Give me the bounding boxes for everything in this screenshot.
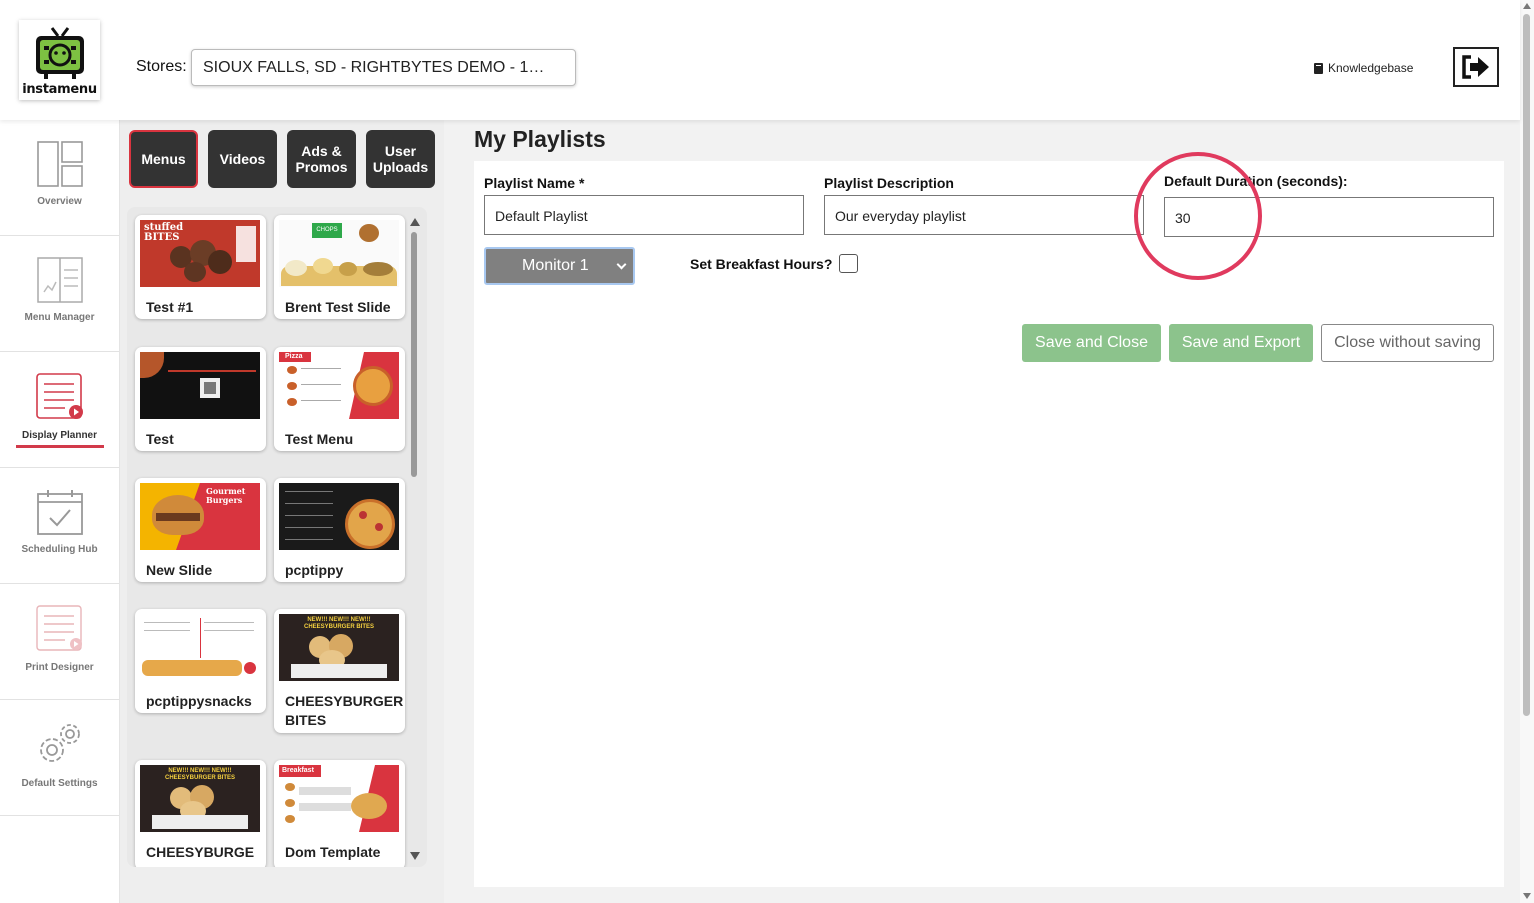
page-title: My Playlists — [474, 126, 606, 152]
media-tile[interactable]: pcptippysnacks — [135, 609, 266, 713]
nav-item-overview[interactable]: Overview — [0, 120, 119, 236]
thumb-text: stuffed BITES — [144, 222, 184, 243]
tile-thumbnail — [279, 483, 399, 550]
stores-label: Stores: — [136, 58, 187, 75]
breakfast-hours-label: Set Breakfast Hours? — [690, 256, 833, 272]
default-duration-label: Default Duration (seconds): — [1164, 173, 1348, 189]
thumb-text: Breakfast — [279, 765, 321, 777]
close-without-saving-button[interactable]: Close without saving — [1321, 324, 1494, 362]
tile-label: CHEESYBURGER BITES — [285, 693, 404, 728]
tile-label: Test Menu — [285, 431, 354, 447]
media-tile[interactable]: Breakfast Dom Template — [274, 760, 405, 867]
logo-text: instamenu — [22, 82, 97, 97]
nav-label: Menu Manager — [24, 312, 95, 323]
knowledgebase-link[interactable]: Knowledgebase — [1314, 61, 1413, 75]
knowledgebase-label: Knowledgebase — [1328, 61, 1414, 75]
tile-thumbnail — [140, 352, 260, 419]
thumb-text: NEW!!! NEW!!! NEW!!! CHEESYBURGER BITES — [164, 768, 235, 781]
media-tabs: Menus Videos Ads & Promos User Uploads — [129, 130, 435, 188]
nav-item-display-planner[interactable]: Display Planner — [0, 352, 119, 468]
main-content: My Playlists Playlist Name * Default Pla… — [444, 120, 1520, 903]
save-and-export-button[interactable]: Save and Export — [1169, 324, 1313, 362]
media-tile[interactable]: Test — [135, 347, 266, 451]
nav-label: Default Settings — [21, 778, 98, 789]
tab-videos[interactable]: Videos — [208, 130, 277, 188]
tile-thumbnail: stuffed BITES — [140, 220, 260, 287]
tab-ads-promos[interactable]: Ads & Promos — [287, 130, 356, 188]
print-designer-icon — [35, 605, 82, 651]
tile-thumbnail: NEW!!! NEW!!! NEW!!! CHEESYBURGER BITES — [140, 765, 260, 832]
playlist-description-label: Playlist Description — [824, 175, 954, 191]
nav-label: Overview — [37, 196, 82, 207]
thumb-text: NEW!!! NEW!!! NEW!!! CHEESYBURGER BITES — [303, 617, 374, 630]
tile-label: Brent Test Slide — [285, 299, 391, 315]
nav-label: Print Designer — [25, 662, 94, 673]
nav-label: Display Planner — [21, 430, 98, 441]
media-tile[interactable]: Gourmet Burgers New Slide — [135, 478, 266, 582]
calendar-check-icon — [36, 490, 83, 535]
stores-select[interactable]: SIOUX FALLS, SD - RIGHTBYTES DEMO - 1… — [191, 49, 576, 86]
side-nav: Overview Menu Manager Display Planner Sc… — [0, 120, 120, 903]
default-duration-input[interactable]: 30 — [1164, 197, 1494, 237]
media-tile[interactable]: pcptippy — [274, 478, 405, 582]
media-library-panel: Menus Videos Ads & Promos User Uploads s… — [120, 120, 444, 903]
tile-thumbnail: CHOPS — [279, 220, 399, 287]
playlist-description-input[interactable]: Our everyday playlist — [824, 195, 1144, 235]
tile-thumbnail: Gourmet Burgers — [140, 483, 260, 550]
thumb-text: CHOPS — [312, 223, 342, 238]
tile-thumbnail: Breakfast — [279, 765, 399, 832]
nav-item-scheduling-hub[interactable]: Scheduling Hub — [0, 468, 119, 584]
media-tile[interactable]: NEW!!! NEW!!! NEW!!! CHEESYBURGER BITES … — [135, 760, 266, 867]
thumb-text: Gourmet Burgers — [206, 486, 246, 505]
logout-icon — [1462, 55, 1489, 79]
logout-button[interactable] — [1453, 47, 1499, 87]
save-and-close-button[interactable]: Save and Close — [1022, 324, 1161, 362]
gears-icon — [39, 724, 80, 762]
monitor-select[interactable]: Monitor 1 — [484, 247, 635, 285]
page-scroll-up[interactable] — [1523, 3, 1531, 9]
breakfast-hours-checkbox[interactable] — [839, 254, 858, 273]
tiles-scroll-up[interactable] — [410, 218, 420, 226]
page-scroll-down[interactable] — [1523, 893, 1531, 899]
active-underline — [16, 445, 104, 448]
nav-label: Scheduling Hub — [21, 544, 98, 555]
tile-thumbnail — [140, 614, 260, 681]
page-scrollbar-thumb[interactable] — [1523, 14, 1530, 716]
top-header: instamenu Stores: SIOUX FALLS, SD - RIGH… — [0, 0, 1520, 120]
tile-label: Test #1 — [146, 299, 194, 315]
tab-user-uploads[interactable]: User Uploads — [366, 130, 435, 188]
nav-item-menu-manager[interactable]: Menu Manager — [0, 236, 119, 352]
menu-manager-icon — [36, 257, 83, 303]
tiles-scroll-down[interactable] — [410, 852, 420, 860]
playlist-name-label: Playlist Name * — [484, 175, 585, 191]
tile-thumbnail: NEW!!! NEW!!! NEW!!! CHEESYBURGER BITES — [279, 614, 399, 681]
nav-item-default-settings[interactable]: Default Settings — [0, 700, 119, 816]
media-tiles-grid: stuffed BITES Test #1 CHOPS Brent Test S… — [127, 207, 427, 867]
tile-label: CHEESYBURGE — [146, 844, 255, 860]
tile-label: pcptippysnacks — [146, 693, 252, 709]
media-tile[interactable]: stuffed BITES Test #1 — [135, 215, 266, 319]
overview-icon — [36, 141, 83, 187]
book-icon — [1314, 62, 1323, 74]
thumb-text: Pizza — [279, 352, 311, 362]
tab-menus[interactable]: Menus — [129, 130, 198, 188]
tv-logo-icon — [35, 27, 84, 79]
media-tile[interactable]: CHOPS Brent Test Slide — [274, 215, 405, 319]
media-tile[interactable]: NEW!!! NEW!!! NEW!!! CHEESYBURGER BITES … — [274, 609, 405, 733]
media-tile[interactable]: Pizza Test Menu — [274, 347, 405, 451]
tile-thumbnail: Pizza — [279, 352, 399, 419]
instamenu-logo[interactable]: instamenu — [19, 20, 100, 100]
playlist-form: Playlist Name * Default Playlist Playlis… — [474, 161, 1504, 887]
monitor-select-value: Monitor 1 — [522, 257, 589, 274]
display-planner-icon — [35, 373, 83, 419]
nav-item-print-designer[interactable]: Print Designer — [0, 584, 119, 700]
tile-label: Dom Template — [285, 844, 381, 860]
tile-label: pcptippy — [285, 562, 344, 578]
tiles-scrollbar-thumb[interactable] — [411, 232, 417, 477]
tile-label: Test — [146, 431, 174, 447]
chevron-down-icon — [616, 259, 627, 270]
tile-label: New Slide — [146, 562, 213, 578]
playlist-name-input[interactable]: Default Playlist — [484, 195, 804, 235]
